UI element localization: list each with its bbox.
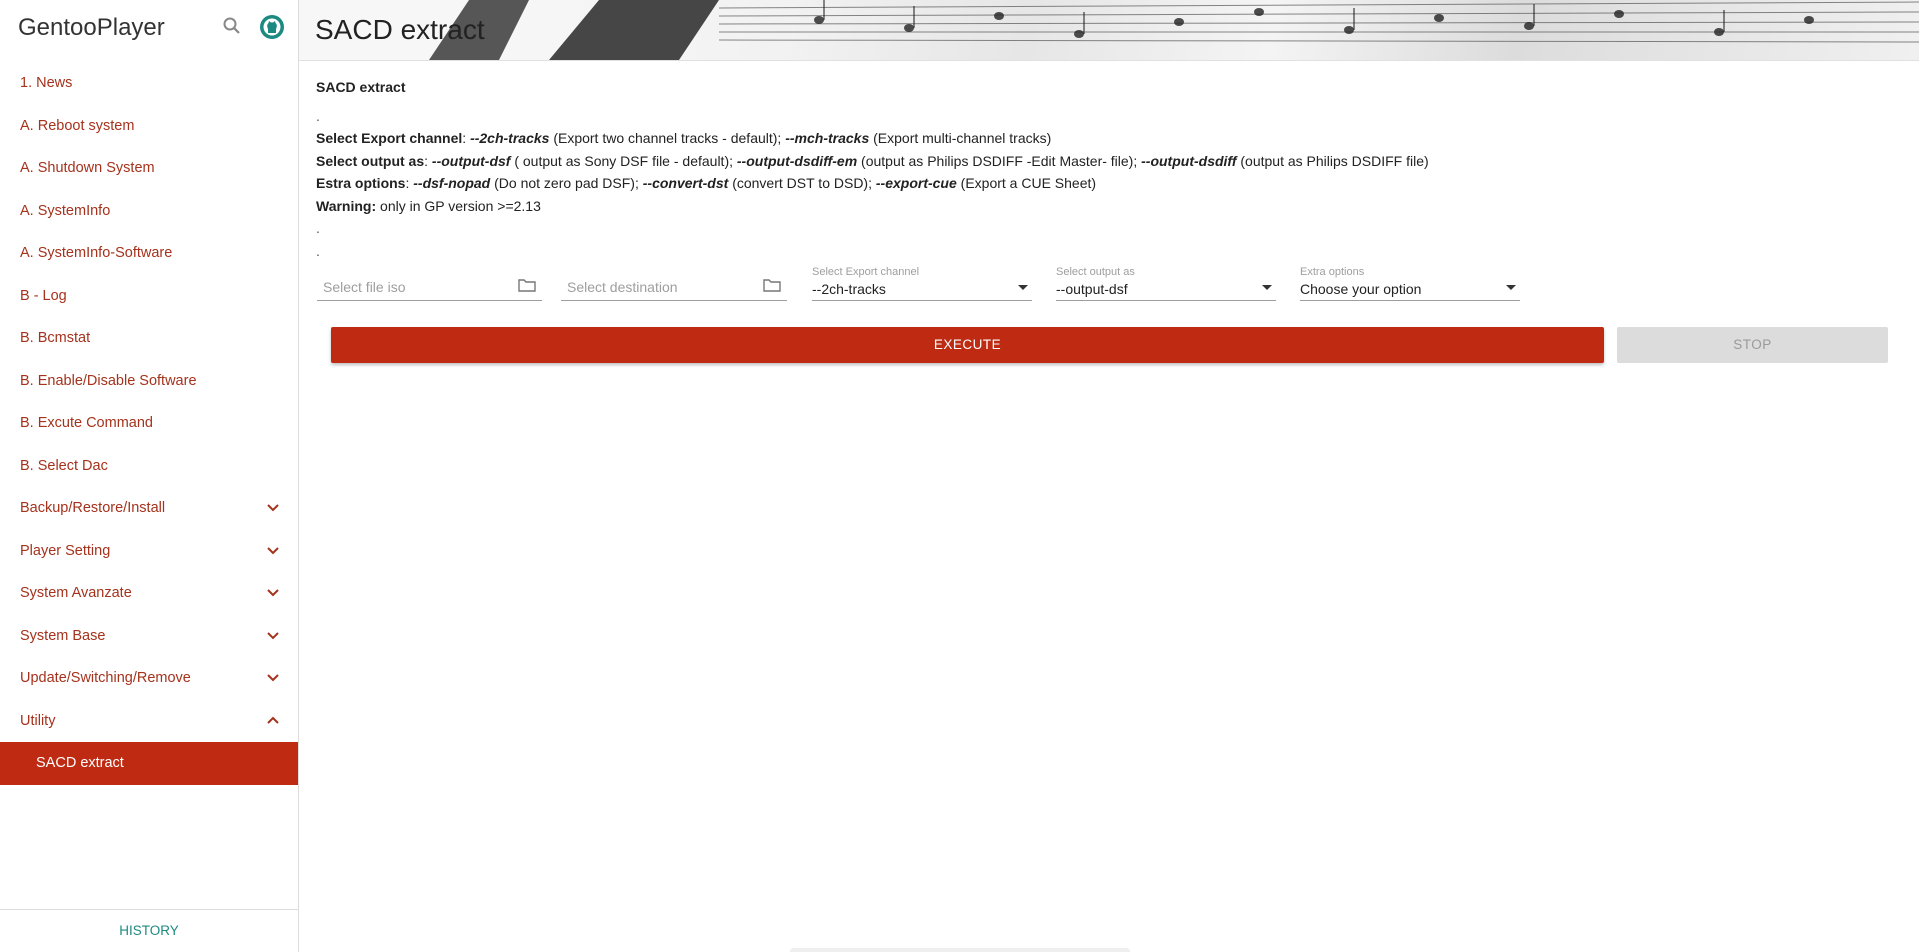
sidebar-item-system-avanzate[interactable]: System Avanzate	[0, 572, 298, 615]
option-name: --2ch-tracks	[470, 130, 550, 146]
option-desc: (Export two channel tracks - default);	[549, 130, 786, 146]
sidebar-item-backup-restore-install[interactable]: Backup/Restore/Install	[0, 487, 298, 530]
file-iso-placeholder: Select file iso	[323, 279, 406, 295]
main-content: SACD extract . Select Export channel: --…	[316, 76, 1896, 262]
sidebar-menu: 1. News A. Reboot system A. Shutdown Sys…	[0, 62, 298, 785]
sidebar: GentooPlayer 1. News A. Reboot system A.…	[0, 0, 299, 952]
option-desc: (Export multi-channel tracks)	[869, 130, 1052, 146]
output-as-select[interactable]: Select output as --output-dsf	[1056, 266, 1276, 301]
spacer-dot: .	[316, 220, 320, 236]
destination-placeholder: Select destination	[567, 279, 678, 295]
sidebar-item-update-switching-remove[interactable]: Update/Switching/Remove	[0, 657, 298, 700]
help-label: Estra options	[316, 175, 406, 191]
bottom-scroll-hint	[790, 948, 1130, 952]
warning-label: Warning:	[316, 197, 377, 214]
sidebar-item-shutdown-system[interactable]: A. Shutdown System	[0, 147, 298, 190]
stop-button[interactable]: STOP	[1617, 327, 1888, 363]
sidebar-item-log[interactable]: B - Log	[0, 275, 298, 318]
sidebar-item-player-setting[interactable]: Player Setting	[0, 530, 298, 573]
github-icon[interactable]	[259, 14, 285, 45]
folder-icon[interactable]	[518, 278, 536, 297]
export-channel-help: Select Export channel: --2ch-tracks (Exp…	[316, 130, 1052, 146]
page-title: SACD extract	[315, 14, 485, 45]
output-as-help: Select output as: --output-dsf ( output …	[316, 152, 1429, 169]
select-value: --output-dsf	[1056, 281, 1128, 297]
option-name: --output-dsdiff	[1141, 152, 1237, 169]
extra-options-help: Estra options: --dsf-nopad (Do not zero …	[316, 175, 1097, 191]
spacer-dot: .	[316, 242, 320, 259]
sidebar-item-label: SACD extract	[36, 755, 124, 771]
extra-options-select[interactable]: Extra options Choose your option	[1300, 266, 1520, 301]
sidebar-item-excute-command[interactable]: B. Excute Command	[0, 402, 298, 445]
select-label: Extra options	[1300, 266, 1365, 278]
sidebar-item-label: 1. News	[20, 75, 73, 91]
caret-down-icon	[1262, 285, 1272, 290]
select-value: Choose your option	[1300, 281, 1422, 297]
sidebar-item-label: A. Shutdown System	[20, 160, 155, 176]
sidebar-item-label: B. Bcmstat	[20, 330, 91, 346]
option-desc: (Do not zero pad DSF);	[490, 175, 643, 191]
option-desc: ( output as Sony DSF file - default);	[510, 152, 737, 169]
sidebar-item-label: A. Reboot system	[20, 117, 135, 134]
sidebar-item-systeminfo-software[interactable]: A. SystemInfo-Software	[0, 232, 298, 275]
sidebar-item-label: B. Enable/Disable Software	[20, 372, 197, 389]
caret-down-icon	[1506, 285, 1516, 290]
sidebar-item-label: Backup/Restore/Install	[20, 500, 166, 516]
page-header: SACD extract	[299, 0, 1919, 61]
caret-down-icon	[1018, 285, 1028, 290]
select-label: Select output as	[1056, 266, 1135, 278]
option-desc: (convert DST to DSD);	[728, 175, 876, 191]
sidebar-item-enable-disable-software[interactable]: B. Enable/Disable Software	[0, 360, 298, 403]
select-label: Select Export channel	[812, 266, 920, 278]
option-desc: (Export a CUE Sheet)	[956, 175, 1097, 191]
warning-message: only in GP version >=2.13	[376, 197, 541, 214]
header-sheet-music-image	[299, 0, 1919, 60]
file-iso-input[interactable]: Select file iso	[317, 268, 542, 301]
sidebar-item-systeminfo[interactable]: A. SystemInfo	[0, 190, 298, 233]
app-brand[interactable]: GentooPlayer	[18, 14, 165, 42]
option-desc: (output as Philips DSDIFF -Edit Master- …	[857, 152, 1142, 169]
sidebar-item-label: B. Excute Command	[20, 415, 153, 431]
sidebar-item-news[interactable]: 1. News	[0, 62, 298, 105]
select-value: --2ch-tracks	[812, 281, 886, 297]
help-label: Select output as	[316, 152, 425, 169]
sidebar-item-label: System Base	[20, 627, 106, 644]
sidebar-item-label: A. SystemInfo	[20, 202, 111, 219]
warning-text: Warning: only in GP version >=2.13	[316, 195, 1896, 218]
sidebar-item-label: Player Setting	[20, 542, 111, 559]
sidebar-item-label: B - Log	[20, 287, 67, 304]
option-desc: (output as Philips DSDIFF file)	[1236, 152, 1429, 169]
sidebar-item-label: Update/Switching/Remove	[20, 670, 191, 686]
export-channel-select[interactable]: Select Export channel --2ch-tracks	[812, 266, 1032, 301]
sidebar-item-select-dac[interactable]: B. Select Dac	[0, 445, 298, 488]
sidebar-item-label: B. Select Dac	[20, 457, 108, 474]
execute-button[interactable]: EXECUTE	[331, 327, 1604, 363]
sidebar-item-bcmstat[interactable]: B. Bcmstat	[0, 317, 298, 360]
option-name: --mch-tracks	[785, 130, 870, 146]
search-icon[interactable]	[222, 16, 242, 41]
sidebar-item-label: A. SystemInfo-Software	[20, 245, 173, 261]
sidebar-item-label: System Avanzate	[20, 585, 132, 601]
folder-icon[interactable]	[763, 278, 781, 297]
destination-input[interactable]: Select destination	[561, 268, 787, 301]
option-name: --output-dsf	[431, 152, 511, 169]
sidebar-item-system-base[interactable]: System Base	[0, 615, 298, 658]
option-name: --dsf-nopad	[413, 175, 491, 191]
history-button[interactable]: HISTORY	[0, 909, 298, 952]
sidebar-item-utility[interactable]: Utility	[0, 700, 298, 743]
sidebar-item-label: Utility	[20, 712, 56, 729]
sidebar-item-reboot-system[interactable]: A. Reboot system	[0, 105, 298, 148]
option-name: --convert-dst	[642, 175, 729, 191]
option-name: --output-dsdiff-em	[736, 152, 858, 169]
section-heading: SACD extract	[316, 79, 406, 95]
help-label: Select Export channel	[316, 130, 463, 146]
spacer-dot: .	[316, 107, 320, 124]
option-name: --export-cue	[875, 175, 957, 191]
sidebar-item-sacd-extract[interactable]: SACD extract	[0, 742, 298, 785]
